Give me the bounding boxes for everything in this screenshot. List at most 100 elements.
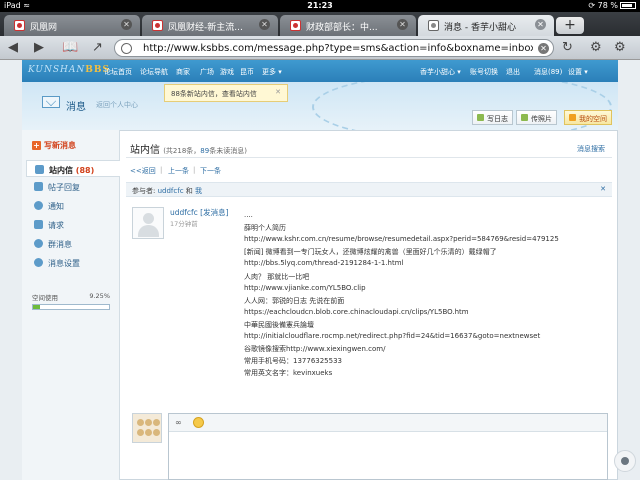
close-tab-icon[interactable]: ✕ (397, 19, 408, 30)
ios-status-bar: iPad ≈ 21:23 ⟳ 78 % (0, 0, 640, 12)
tab-ifeng-finance[interactable]: 凤凰财经-新主流... ✕ (142, 15, 278, 36)
new-tab-button[interactable]: + (556, 17, 584, 34)
close-tab-icon[interactable]: ✕ (259, 19, 270, 30)
settings-icon (34, 258, 43, 267)
message-line: 谷歌镜像搜索http://www.xiexingwen.com/ (244, 345, 386, 354)
tab-ifeng[interactable]: 凤凰网 ✕ (4, 15, 140, 36)
prev-message-link[interactable]: 上一条 (168, 166, 189, 176)
nav-forum-home[interactable]: 论坛首页 (104, 67, 132, 77)
reply-toolbar: ∞ (169, 414, 607, 432)
message-line[interactable]: http://www.kshr.com.cn/resume/browse/res… (244, 235, 559, 243)
logout-link[interactable]: 退出 (506, 67, 520, 77)
reload-icon[interactable]: ↻ (562, 40, 573, 55)
nav-more[interactable]: 更多 ▾ (262, 67, 282, 77)
my-space-button[interactable]: 我的空间 (564, 110, 612, 125)
back-button[interactable]: ◀ (8, 40, 18, 55)
plus-icon: + (32, 141, 41, 150)
pager-separator: | (193, 166, 196, 174)
sidebar-item-post-replies[interactable]: 帖子回复 (26, 178, 120, 195)
close-icon[interactable]: ✕ (600, 185, 606, 193)
nav-coins[interactable]: 昆币 (240, 67, 254, 77)
participants-bar: 参与者: uddfcfc 和 我 ✕ (126, 182, 612, 197)
sender-avatar[interactable] (132, 207, 164, 239)
clock: 21:23 (307, 1, 333, 10)
reply-editor[interactable]: ∞ (168, 413, 608, 480)
nav-merchants[interactable]: 商家 (176, 67, 190, 77)
sender-name-link[interactable]: uddfcfc [发消息] (170, 207, 229, 218)
sidebar: + 写新消息 站内信 (88) 帖子回复 通知 请求 群消息 消息设置 空间使用 9… (22, 130, 120, 480)
close-tab-icon[interactable]: ✕ (121, 19, 132, 30)
nav-games[interactable]: 游戏 (220, 67, 234, 77)
notice-text[interactable]: 88条新站内信，查看站内信 (171, 90, 257, 98)
unread-link[interactable]: 89 (200, 147, 209, 155)
space-usage-fill (33, 305, 41, 309)
sidebar-item-inbox[interactable]: 站内信 (88) (26, 160, 120, 177)
message-line: 中華民國後備憲兵論壇 (244, 320, 314, 329)
participant-link[interactable]: uddfcfc (158, 187, 184, 195)
new-message-notice[interactable]: 88条新站内信，查看站内信 ✕ (164, 84, 288, 102)
tab-title: 凤凰网 (30, 23, 58, 33)
page-title: 消息 (66, 102, 86, 113)
sidebar-item-notifications[interactable]: 通知 (26, 197, 120, 214)
space-usage: 空间使用 9.25% (32, 292, 110, 302)
back-link[interactable]: <<返回 (130, 166, 156, 176)
message-line: .... (244, 211, 253, 219)
sidebar-item-message-settings[interactable]: 消息设置 (26, 254, 120, 271)
ifeng-favicon-icon (14, 20, 25, 31)
message-line[interactable]: http://initialcloudflare.rocmp.net/redir… (244, 332, 540, 340)
orientation-lock-icon: ⟳ (588, 1, 596, 10)
messages-link[interactable]: 消息(89) (534, 67, 562, 77)
switch-account-link[interactable]: 账号切换 (470, 67, 498, 77)
message-line[interactable]: https://eachcloudcn.blob.core.chinacloud… (244, 308, 469, 316)
tab-title: 凤凰财经-新主流... (168, 23, 243, 33)
back-to-profile-link[interactable]: 返回个人中心 (96, 100, 138, 110)
address-bar[interactable]: http://www.ksbbs.com/message.php?type=sm… (114, 39, 554, 57)
assistive-touch-button[interactable] (614, 450, 636, 472)
space-percent: 9.25% (89, 292, 110, 300)
clear-url-icon[interactable]: ✕ (538, 43, 549, 54)
site-icon (121, 43, 132, 54)
participant-me-link[interactable]: 我 (195, 187, 202, 195)
request-icon (34, 220, 43, 229)
divider (126, 157, 612, 158)
emoji-icon[interactable] (193, 417, 204, 428)
reply-icon (34, 182, 43, 191)
upload-photo-button[interactable]: 传照片 (516, 110, 557, 125)
user-menu[interactable]: 香芋小甜心 ▾ (420, 67, 461, 77)
close-tab-icon[interactable]: ✕ (535, 19, 546, 30)
message-line: 常用英文名字：kevinxueks (244, 369, 333, 378)
compose-button[interactable]: + 写新消息 (32, 140, 76, 151)
browser-tab-bar: 凤凰网 ✕ 凤凰财经-新主流... ✕ 财政部部长：中... ✕ 消息 - 香芋… (0, 12, 640, 36)
browser-toolbar: ◀ ▶ 📖 ↗ http://www.ksbbs.com/message.php… (0, 36, 640, 60)
nav-square[interactable]: 广场 (200, 67, 214, 77)
close-icon[interactable]: ✕ (275, 88, 281, 96)
write-diary-button[interactable]: 写日志 (472, 110, 513, 125)
tab-messages[interactable]: 消息 - 香芋小甜心 ✕ (418, 15, 554, 36)
message-line: [新闻] 微博看到一专门玩女人，还微博炫耀的禽兽（里面好几个乐清的）戴绿帽了 (244, 248, 497, 257)
space-usage-bar (32, 304, 110, 310)
bookmarks-icon[interactable]: 📖 (62, 40, 78, 55)
link-icon[interactable]: ∞ (175, 418, 182, 427)
url-text[interactable]: http://www.ksbbs.com/message.php?type=sm… (143, 43, 533, 54)
next-message-link[interactable]: 下一条 (200, 166, 221, 176)
group-icon (34, 239, 43, 248)
share-icon[interactable]: ↗ (92, 40, 103, 55)
settings-gear-icon[interactable]: ⚙ (614, 40, 626, 55)
message-search-link[interactable]: 消息搜索 (577, 144, 605, 154)
settings-menu[interactable]: 设置 ▾ (568, 67, 588, 77)
nav-forum-guide[interactable]: 论坛导航 (140, 67, 168, 77)
site-logo[interactable]: KUNSHANBBS (28, 65, 110, 75)
sidebar-item-group-messages[interactable]: 群消息 (26, 235, 120, 252)
message-line[interactable]: http://www.vjianke.com/YL5BO.clip (244, 284, 366, 292)
forward-button[interactable]: ▶ (34, 40, 44, 55)
message-line: 人肉？ 那就比一比吧 (244, 272, 310, 281)
sidebar-item-requests[interactable]: 请求 (26, 216, 120, 233)
ksbbs-favicon-icon (428, 20, 439, 31)
tab-finance-minister[interactable]: 财政部部长：中... ✕ (280, 15, 416, 36)
pager-separator: | (160, 166, 163, 174)
tools-icon[interactable]: ⚙ (590, 40, 602, 55)
unread-count: (88) (75, 166, 95, 175)
my-avatar[interactable] (132, 413, 162, 443)
message-line[interactable]: http://bbs.5lyq.com/thread-2191284-1-1.h… (244, 259, 404, 267)
mail-icon (35, 165, 44, 174)
